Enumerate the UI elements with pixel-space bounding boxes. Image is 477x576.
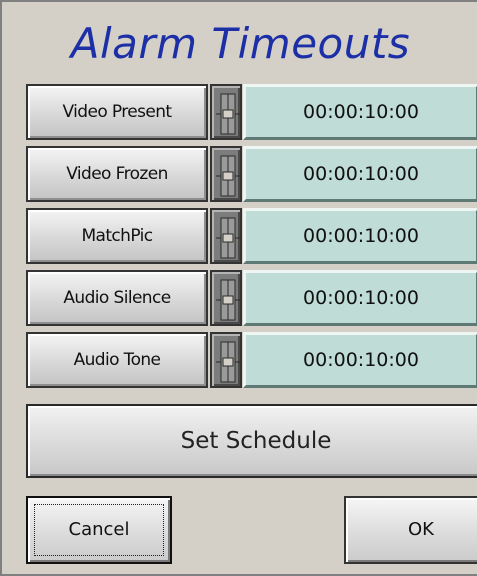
slider-handle-icon — [216, 341, 240, 383]
ok-button[interactable]: OK — [344, 496, 477, 564]
alarm-row-audio-tone: Audio Tone 00:00:10:00 — [26, 332, 477, 388]
matchpic-timeout-field[interactable]: 00:00:10:00 — [243, 208, 477, 264]
alarm-timeouts-dialog: Alarm Timeouts Video Present 00:00:10:00… — [0, 0, 477, 576]
matchpic-decrease-spinner[interactable] — [210, 208, 242, 264]
slider-handle-icon — [216, 155, 240, 197]
alarm-row-matchpic: MatchPic 00:00:10:00 — [26, 208, 477, 264]
audio-tone-button[interactable]: Audio Tone — [26, 332, 208, 388]
alarm-row-video-frozen: Video Frozen 00:00:10:00 — [26, 146, 477, 202]
set-schedule-button[interactable]: Set Schedule — [26, 404, 477, 478]
audio-silence-timeout-field[interactable]: 00:00:10:00 — [243, 270, 477, 326]
audio-silence-decrease-spinner[interactable] — [210, 270, 242, 326]
audio-silence-button[interactable]: Audio Silence — [26, 270, 208, 326]
video-present-button[interactable]: Video Present — [26, 84, 208, 140]
slider-handle-icon — [216, 93, 240, 135]
alarm-row-audio-silence: Audio Silence 00:00:10:00 — [26, 270, 477, 326]
matchpic-button[interactable]: MatchPic — [26, 208, 208, 264]
audio-tone-timeout-field[interactable]: 00:00:10:00 — [243, 332, 477, 388]
audio-tone-decrease-spinner[interactable] — [210, 332, 242, 388]
alarm-row-video-present: Video Present 00:00:10:00 — [26, 84, 477, 140]
focus-rectangle — [34, 504, 164, 556]
video-present-decrease-spinner[interactable] — [210, 84, 242, 140]
cancel-button[interactable]: Cancel — [26, 496, 172, 564]
video-frozen-decrease-spinner[interactable] — [210, 146, 242, 202]
video-frozen-timeout-field[interactable]: 00:00:10:00 — [243, 146, 477, 202]
slider-handle-icon — [216, 217, 240, 259]
dialog-title: Alarm Timeouts — [70, 19, 411, 68]
video-present-timeout-field[interactable]: 00:00:10:00 — [243, 84, 477, 140]
slider-handle-icon — [216, 279, 240, 321]
video-frozen-button[interactable]: Video Frozen — [26, 146, 208, 202]
